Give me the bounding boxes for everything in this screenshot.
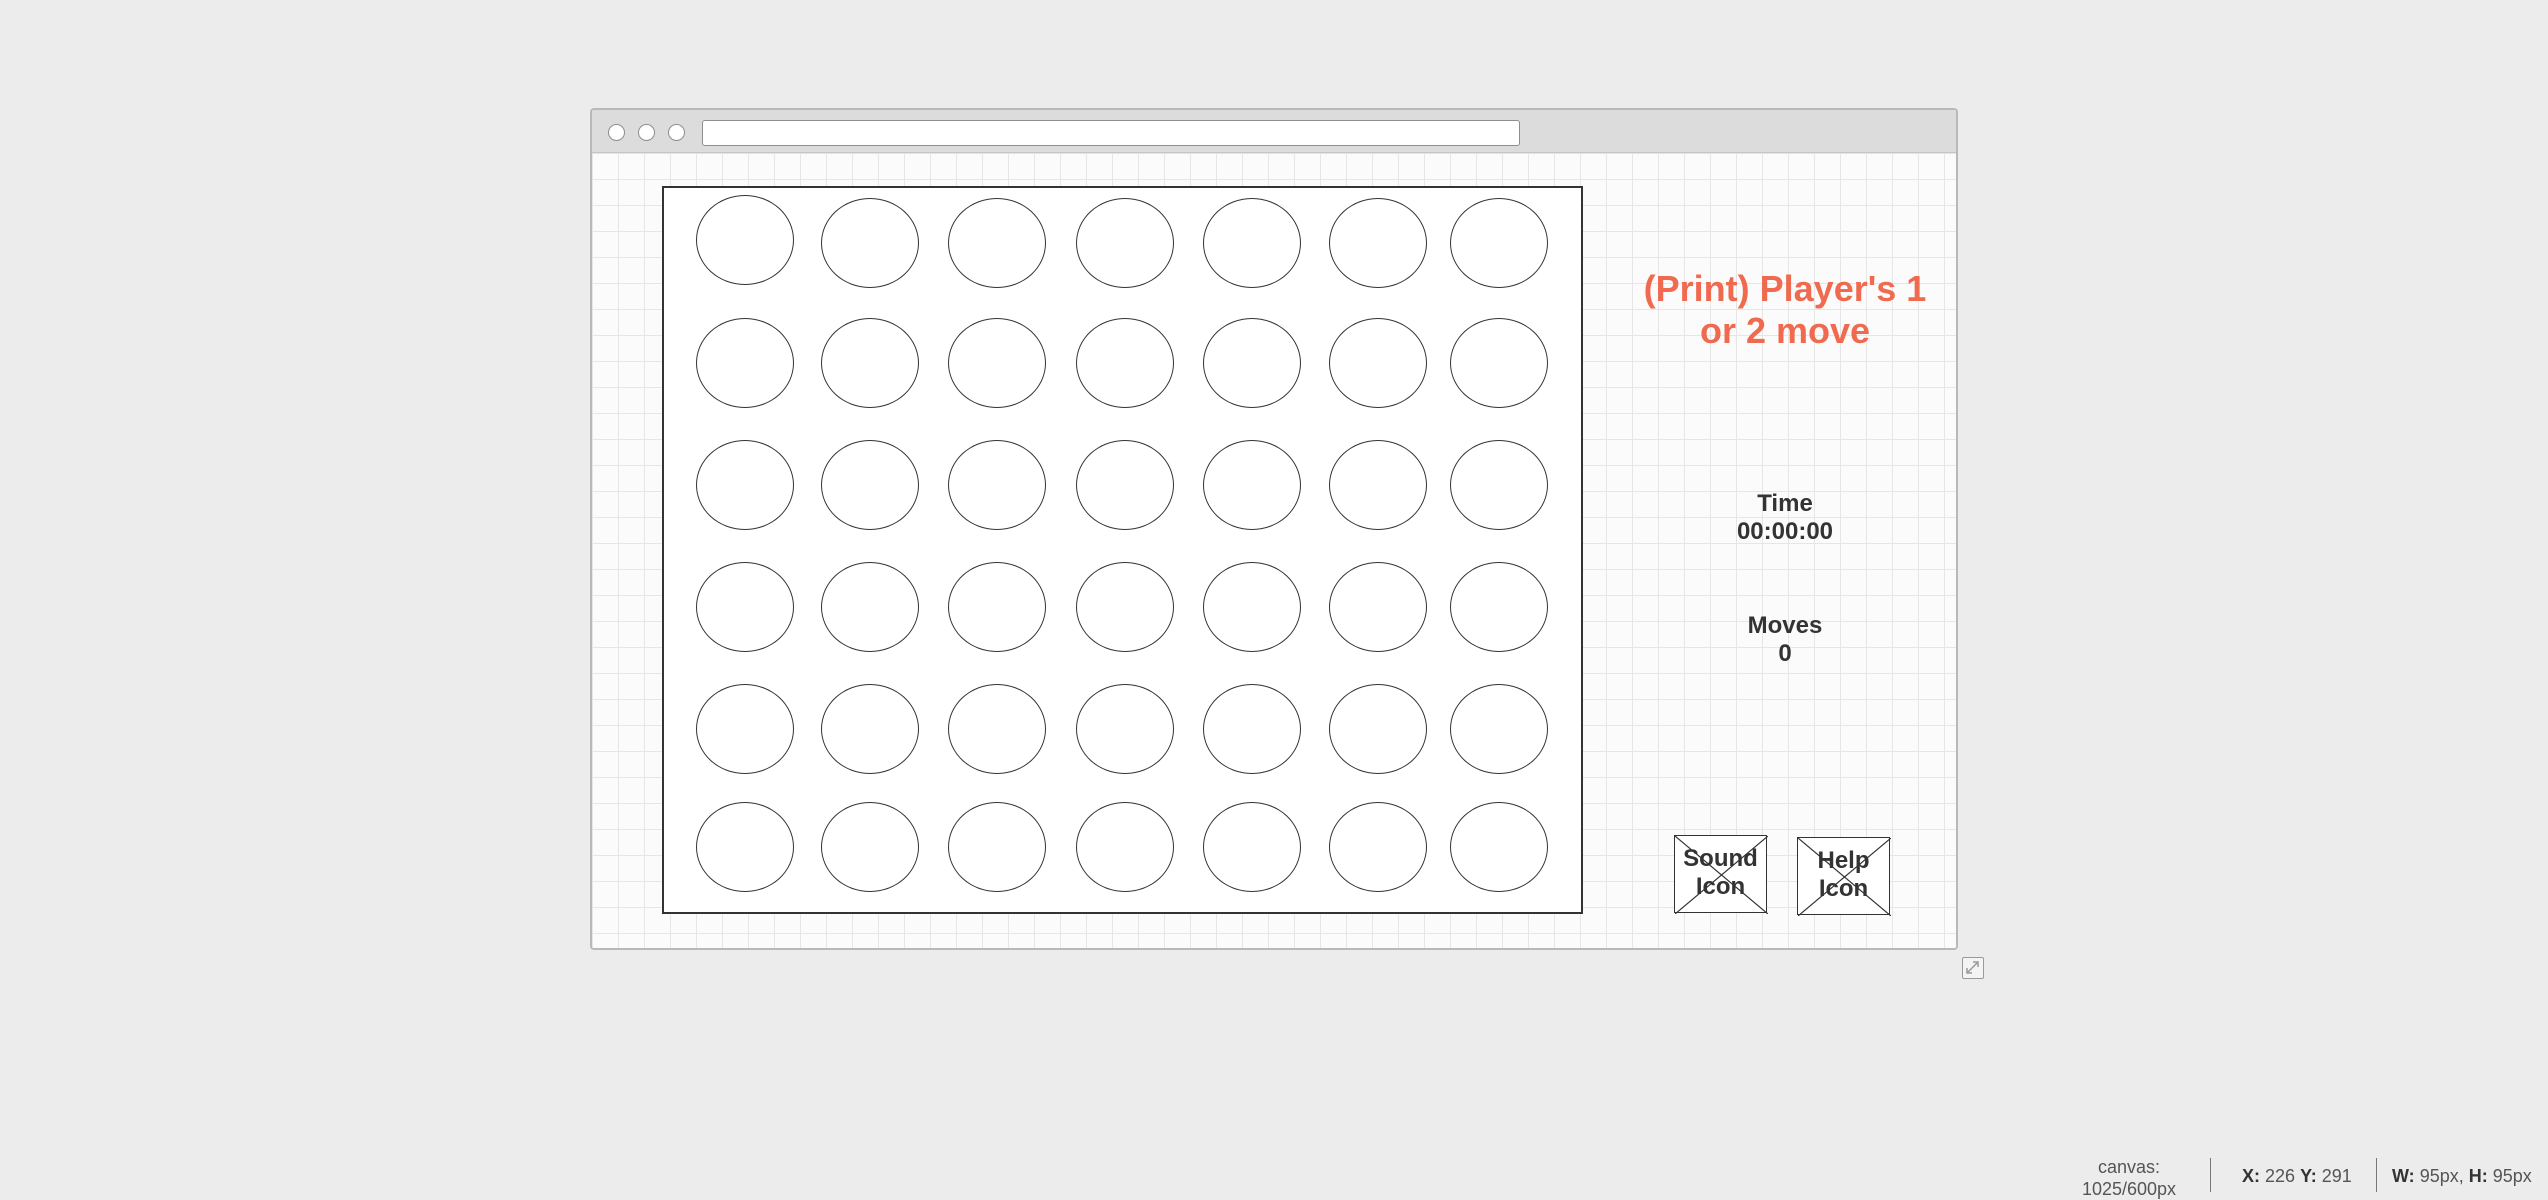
board-slot[interactable]: [696, 318, 794, 408]
x-value: 226: [2265, 1166, 2296, 1186]
help-icon-label: Help Icon: [1817, 847, 1870, 902]
board-slot[interactable]: [1076, 802, 1174, 892]
board-slot[interactable]: [821, 440, 919, 530]
board-slot[interactable]: [948, 684, 1046, 774]
cursor-position-readout: X: 226 Y: 291: [2242, 1166, 2352, 1187]
board-slot[interactable]: [1329, 802, 1427, 892]
time-value: 00:00:00: [1736, 518, 1834, 545]
browser-titlebar: [592, 110, 1956, 153]
board-slot[interactable]: [1076, 562, 1174, 652]
y-label: Y:: [2300, 1166, 2317, 1186]
sound-icon[interactable]: Sound Icon: [1674, 835, 1768, 914]
board-slot[interactable]: [1076, 198, 1174, 288]
board-slot[interactable]: [948, 802, 1046, 892]
board-slot[interactable]: [1203, 684, 1301, 774]
status-bar: canvas: 1025/600px X: 226 Y: 291 W: 95px…: [0, 1150, 2548, 1199]
board-slot[interactable]: [1329, 562, 1427, 652]
board-slot[interactable]: [1450, 802, 1548, 892]
board-slot[interactable]: [696, 802, 794, 892]
board-slot[interactable]: [696, 440, 794, 530]
canvas-size: 1025/600px: [2081, 1179, 2177, 1199]
moves-value: 0: [1778, 640, 1792, 667]
time-label: Time: [1757, 490, 1813, 517]
board-slot[interactable]: [1203, 318, 1301, 408]
minimize-dot-icon[interactable]: [638, 124, 655, 141]
board-slot[interactable]: [1450, 440, 1548, 530]
board-slot[interactable]: [1450, 684, 1548, 774]
board-slot[interactable]: [948, 562, 1046, 652]
status-divider: [2376, 1158, 2377, 1192]
board-slot[interactable]: [1203, 198, 1301, 288]
board-slot[interactable]: [948, 440, 1046, 530]
board-slot[interactable]: [1329, 440, 1427, 530]
game-board[interactable]: [662, 186, 1583, 914]
board-slot[interactable]: [1450, 318, 1548, 408]
h-value: 95px: [2492, 1166, 2532, 1186]
board-slot[interactable]: [821, 802, 919, 892]
sound-icon-label: Sound Icon: [1683, 845, 1758, 900]
board-slot[interactable]: [1329, 684, 1427, 774]
moves-label: Moves: [1747, 612, 1823, 639]
board-slot[interactable]: [696, 684, 794, 774]
board-slot[interactable]: [1329, 198, 1427, 288]
x-label: X:: [2242, 1166, 2260, 1186]
w-label: W:: [2392, 1166, 2415, 1186]
board-slot[interactable]: [821, 684, 919, 774]
y-value: 291: [2321, 1166, 2352, 1186]
board-slot[interactable]: [696, 195, 794, 285]
board-slot[interactable]: [1076, 440, 1174, 530]
board-slot[interactable]: [821, 562, 919, 652]
maximize-dot-icon[interactable]: [668, 124, 685, 141]
moves-display: Moves 0: [1680, 612, 1890, 668]
board-slot[interactable]: [948, 318, 1046, 408]
board-slot[interactable]: [821, 198, 919, 288]
h-label: H:: [2468, 1166, 2488, 1186]
board-slot[interactable]: [1450, 198, 1548, 288]
close-dot-icon[interactable]: [608, 124, 625, 141]
board-slot[interactable]: [696, 562, 794, 652]
address-bar[interactable]: [702, 120, 1520, 146]
time-display: Time 00:00:00: [1680, 490, 1890, 546]
expand-icon[interactable]: [1962, 957, 1984, 979]
help-icon[interactable]: Help Icon: [1797, 837, 1891, 916]
board-slot[interactable]: [948, 198, 1046, 288]
board-slot[interactable]: [1329, 318, 1427, 408]
board-slot[interactable]: [1203, 440, 1301, 530]
board-slot[interactable]: [821, 318, 919, 408]
selection-size-readout: W: 95px, H: 95px: [2392, 1166, 2532, 1187]
canvas-label: canvas:: [2097, 1157, 2161, 1177]
board-slot[interactable]: [1203, 802, 1301, 892]
canvas-size-readout: canvas: 1025/600px: [2064, 1156, 2194, 1200]
board-slot[interactable]: [1203, 562, 1301, 652]
w-value: 95px,: [2419, 1166, 2464, 1186]
board-slot[interactable]: [1076, 318, 1174, 408]
status-divider: [2210, 1158, 2211, 1192]
board-slot[interactable]: [1450, 562, 1548, 652]
player-turn-message: (Print) Player's 1 or 2 move: [1643, 268, 1927, 351]
board-slot[interactable]: [1076, 684, 1174, 774]
